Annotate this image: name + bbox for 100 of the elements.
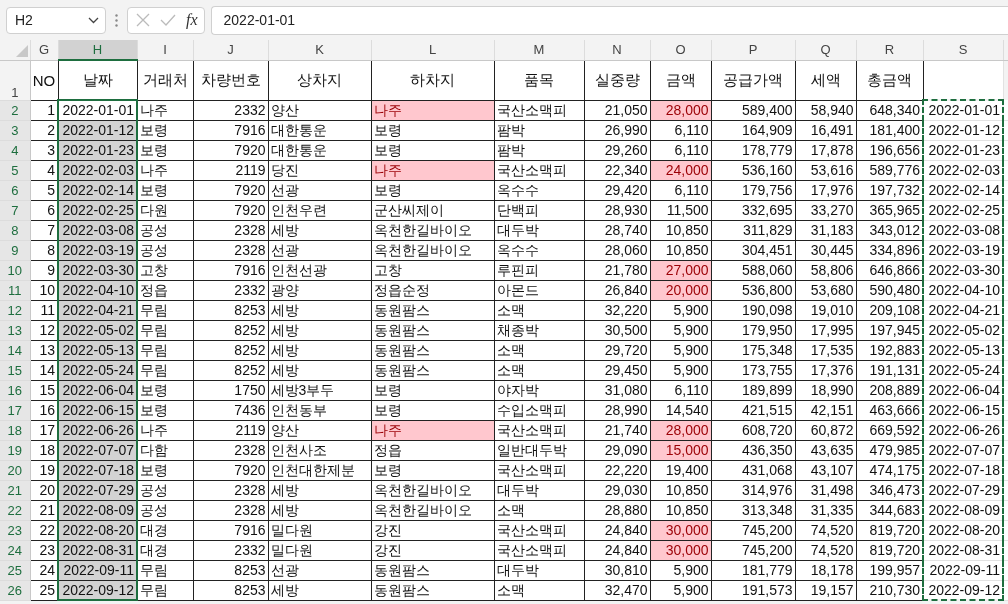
row-header[interactable]: 10 bbox=[0, 260, 30, 280]
column-header[interactable]: H bbox=[58, 40, 137, 60]
row-header[interactable]: 16 bbox=[0, 380, 30, 400]
header-cell: 공급가액 bbox=[711, 60, 795, 100]
header-cell: 차량번호 bbox=[193, 60, 268, 100]
row-header[interactable]: 24 bbox=[0, 540, 30, 560]
table-cell: 2022-06-04 bbox=[923, 380, 1003, 400]
table-cell: 2022-06-26 bbox=[58, 420, 137, 440]
row-header[interactable]: 13 bbox=[0, 320, 30, 340]
row-header[interactable]: 26 bbox=[0, 580, 30, 600]
table-cell: 2022-05-02 bbox=[58, 320, 137, 340]
row-header[interactable]: 21 bbox=[0, 480, 30, 500]
column-header[interactable]: N bbox=[584, 40, 650, 60]
table-cell: 2022-02-25 bbox=[58, 200, 137, 220]
formula-input[interactable]: 2022-01-01 bbox=[210, 5, 1008, 35]
header-cell: 세액 bbox=[795, 60, 856, 100]
select-all-icon[interactable] bbox=[15, 44, 28, 57]
table-cell: 2022-09-12 bbox=[58, 580, 137, 600]
cancel-icon[interactable] bbox=[136, 13, 150, 27]
row-header[interactable]: 20 bbox=[0, 460, 30, 480]
table-cell: 2022-08-31 bbox=[58, 540, 137, 560]
table-cell: 2022-01-23 bbox=[923, 140, 1003, 160]
caret-icon bbox=[88, 16, 99, 24]
column-header[interactable]: R bbox=[856, 40, 923, 60]
check-icon[interactable] bbox=[160, 14, 176, 26]
row-header[interactable]: 23 bbox=[0, 520, 30, 540]
table-cell: 2022-09-11 bbox=[923, 560, 1003, 580]
table-cell: 2022-02-25 bbox=[923, 200, 1003, 220]
column-header[interactable]: M bbox=[494, 40, 584, 60]
table-cell: 2022-03-19 bbox=[923, 240, 1003, 260]
insert-function-button[interactable]: fx bbox=[186, 11, 198, 29]
row-header[interactable]: 17 bbox=[0, 400, 30, 420]
row-header[interactable]: 2 bbox=[0, 100, 30, 120]
row-header[interactable]: 1 bbox=[0, 60, 30, 100]
table-cell: 2022-03-19 bbox=[58, 240, 137, 260]
table-cell: 2022-04-21 bbox=[58, 300, 137, 320]
table-cell: 2022-05-13 bbox=[923, 340, 1003, 360]
row-header[interactable]: 14 bbox=[0, 340, 30, 360]
table-cell: 2022-04-10 bbox=[58, 280, 137, 300]
table-cell: 2022-01-01 bbox=[58, 100, 137, 120]
table-cell: 2022-04-10 bbox=[923, 280, 1003, 300]
row-header[interactable]: 5 bbox=[0, 160, 30, 180]
name-box[interactable]: H2 bbox=[6, 6, 106, 34]
table-cell: 2022-07-18 bbox=[58, 460, 137, 480]
table-cell: 2022-04-21 bbox=[923, 300, 1003, 320]
table-cell: 2022-08-20 bbox=[58, 520, 137, 540]
table-cell: 2022-05-24 bbox=[58, 360, 137, 380]
table-cell: 2022-09-12 bbox=[923, 580, 1003, 600]
row-header[interactable]: 4 bbox=[0, 140, 30, 160]
row-header[interactable]: 7 bbox=[0, 200, 30, 220]
table-cell: 2022-03-30 bbox=[923, 260, 1003, 280]
table-cell: 2022-08-31 bbox=[923, 540, 1003, 560]
column-header[interactable]: G bbox=[30, 40, 58, 60]
row-header[interactable]: 3 bbox=[0, 120, 30, 140]
table-cell: 2022-03-08 bbox=[923, 220, 1003, 240]
row-header[interactable]: 9 bbox=[0, 240, 30, 260]
row-header[interactable]: 6 bbox=[0, 180, 30, 200]
table-cell: 2022-02-03 bbox=[58, 160, 137, 180]
table-cell: 2022-06-04 bbox=[58, 380, 137, 400]
column-header[interactable]: O bbox=[650, 40, 711, 60]
table-cell: 2022-08-20 bbox=[923, 520, 1003, 540]
header-cell: 총금액 bbox=[856, 60, 923, 100]
header-cell: 거래처 bbox=[137, 60, 193, 100]
table-cell: 2022-05-13 bbox=[58, 340, 137, 360]
table-cell: 2022-07-07 bbox=[58, 440, 137, 460]
table-cell: 2022-08-09 bbox=[58, 500, 137, 520]
table-cell: 2022-07-29 bbox=[923, 480, 1003, 500]
column-header[interactable]: K bbox=[268, 40, 371, 60]
table-cell: 2022-06-15 bbox=[923, 400, 1003, 420]
header-cell: 품목 bbox=[494, 60, 584, 100]
table-cell: 2022-01-12 bbox=[923, 120, 1003, 140]
column-header[interactable]: P bbox=[711, 40, 795, 60]
row-header[interactable]: 12 bbox=[0, 300, 30, 320]
table-cell: 2022-02-14 bbox=[58, 180, 137, 200]
table-cell: 2022-08-09 bbox=[923, 500, 1003, 520]
column-header[interactable]: Q bbox=[795, 40, 856, 60]
column-header[interactable]: L bbox=[371, 40, 494, 60]
header-cell: 날짜 bbox=[58, 60, 137, 100]
column-header[interactable]: S bbox=[923, 40, 1003, 60]
table-cell: 2022-03-08 bbox=[58, 220, 137, 240]
table-cell: 2022-07-18 bbox=[923, 460, 1003, 480]
table-cell: 2022-02-03 bbox=[923, 160, 1003, 180]
row-header[interactable]: 15 bbox=[0, 360, 30, 380]
table-cell: 2022-02-14 bbox=[923, 180, 1003, 200]
header-cell: 실중량 bbox=[584, 60, 650, 100]
row-header[interactable]: 19 bbox=[0, 440, 30, 460]
table-cell: 2022-05-24 bbox=[923, 360, 1003, 380]
more-options-icon[interactable] bbox=[115, 13, 118, 27]
table-cell: 2022-05-02 bbox=[923, 320, 1003, 340]
table-cell: 2022-07-07 bbox=[923, 440, 1003, 460]
column-header[interactable]: J bbox=[193, 40, 268, 60]
row-header[interactable]: 11 bbox=[0, 280, 30, 300]
row-header[interactable]: 22 bbox=[0, 500, 30, 520]
row-header[interactable]: 25 bbox=[0, 560, 30, 580]
row-header[interactable]: 18 bbox=[0, 420, 30, 440]
header-cell: 상차지 bbox=[268, 60, 371, 100]
row-header[interactable]: 8 bbox=[0, 220, 30, 240]
table-cell: 2022-06-26 bbox=[923, 420, 1003, 440]
table-cell: 2022-01-12 bbox=[58, 120, 137, 140]
column-header[interactable]: I bbox=[137, 40, 193, 60]
